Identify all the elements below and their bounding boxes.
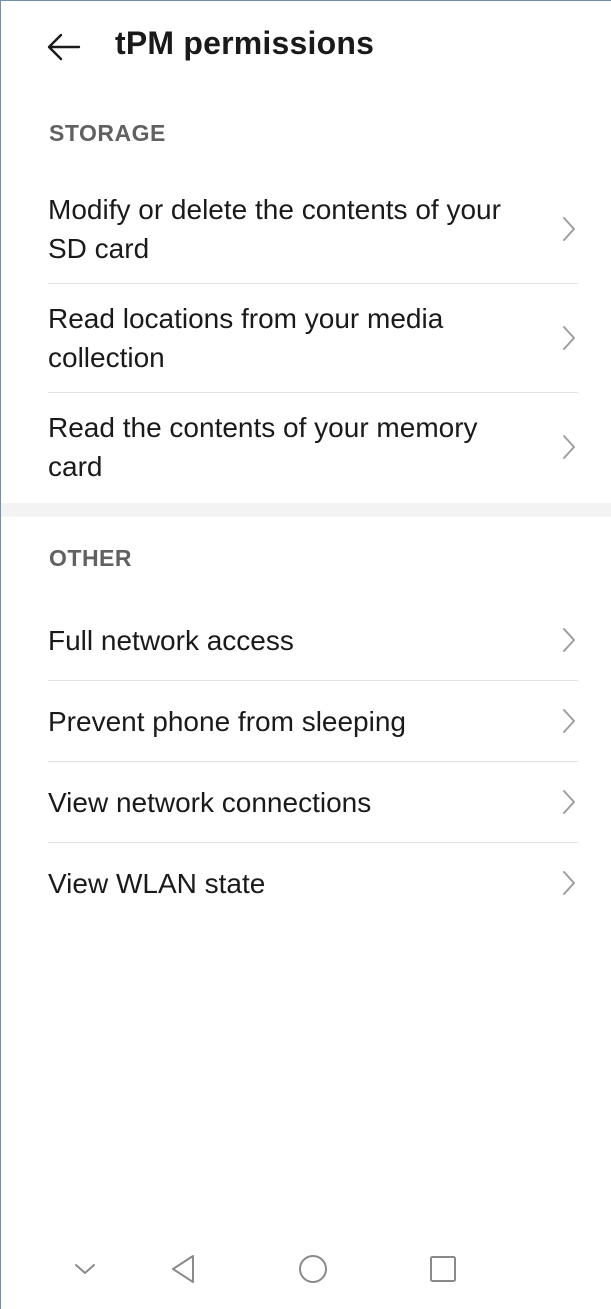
permission-item-modify-sd[interactable]: Modify or delete the contents of your SD… <box>48 175 578 283</box>
back-triangle-icon <box>172 1255 194 1283</box>
recents-square-icon <box>430 1256 456 1282</box>
arrow-left-icon <box>47 33 81 61</box>
permission-label: Read locations from your media collectio… <box>48 303 444 373</box>
section-header-other: OTHER <box>49 545 132 571</box>
permission-item-view-wlan[interactable]: View WLAN state <box>48 843 578 923</box>
permission-label: Full network access <box>48 624 294 656</box>
chevron-right-icon <box>563 217 575 241</box>
permission-label: Modify or delete the contents of your SD… <box>48 194 501 264</box>
permission-label: View WLAN state <box>48 867 266 899</box>
home-circle-icon <box>299 1255 327 1283</box>
nav-hide-button[interactable] <box>65 1249 105 1289</box>
page-title: tPM permissions <box>115 25 375 61</box>
system-nav-bar <box>1 1239 611 1309</box>
permissions-screen: tPM permissions STORAGE Modify or delete… <box>0 0 611 1309</box>
nav-back-button[interactable] <box>163 1249 203 1289</box>
section-separator <box>1 503 611 517</box>
other-list: Full network access Prevent phone from s… <box>1 600 611 923</box>
permission-label: Read the contents of your memory card <box>48 412 478 482</box>
back-button[interactable] <box>47 27 87 67</box>
app-bar: tPM permissions <box>1 1 611 89</box>
permission-item-view-network[interactable]: View network connections <box>48 762 578 842</box>
chevron-right-icon <box>563 709 575 733</box>
chevron-right-icon <box>563 435 575 459</box>
chevron-right-icon <box>563 790 575 814</box>
chevron-right-icon <box>563 628 575 652</box>
section-header-storage: STORAGE <box>49 120 166 146</box>
nav-recents-button[interactable] <box>423 1249 463 1289</box>
chevron-right-icon <box>563 871 575 895</box>
chevron-right-icon <box>563 326 575 350</box>
permission-item-read-locations[interactable]: Read locations from your media collectio… <box>48 284 578 392</box>
permission-label: Prevent phone from sleeping <box>48 705 406 737</box>
chevron-down-icon <box>75 1264 95 1274</box>
storage-list: Modify or delete the contents of your SD… <box>1 175 611 501</box>
permission-item-read-memory-card[interactable]: Read the contents of your memory card <box>48 393 578 501</box>
permission-item-full-network[interactable]: Full network access <box>48 600 578 680</box>
permission-label: View network connections <box>48 786 372 818</box>
nav-home-button[interactable] <box>293 1249 333 1289</box>
permission-item-prevent-sleep[interactable]: Prevent phone from sleeping <box>48 681 578 761</box>
